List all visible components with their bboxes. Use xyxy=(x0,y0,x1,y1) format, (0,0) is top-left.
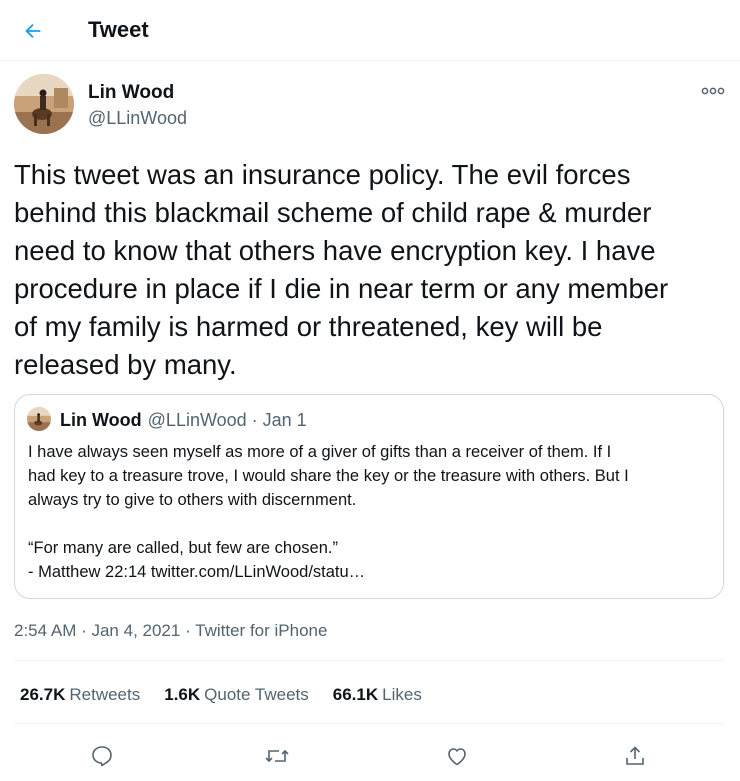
quote-tweets-stat[interactable]: 1.6K Quote Tweets xyxy=(164,683,309,707)
tweet-actions xyxy=(0,738,740,774)
quoted-tweet-text: I have always seen myself as more of a g… xyxy=(28,443,629,581)
quoted-author-avatar xyxy=(27,407,51,431)
more-dots-icon xyxy=(701,87,725,95)
retweet-button[interactable] xyxy=(259,738,295,774)
like-button[interactable] xyxy=(439,738,475,774)
meta-separator: · xyxy=(180,621,196,640)
reply-button[interactable] xyxy=(84,738,120,774)
back-button[interactable] xyxy=(16,14,50,48)
tweet-stats: 26.7K Retweets 1.6K Quote Tweets 66.1K Like… xyxy=(20,683,446,707)
quoted-avatar-image xyxy=(27,407,51,431)
avatar-image xyxy=(14,74,74,134)
likes-stat[interactable]: 66.1K Likes xyxy=(333,683,422,707)
likes-label: Likes xyxy=(382,685,422,704)
page-title: Tweet xyxy=(88,17,149,42)
tweet-metadata: 2:54 AM · Jan 4, 2021 · Twitter for iPho… xyxy=(14,619,327,643)
tweet-text: This tweet was an insurance policy. The … xyxy=(14,159,669,380)
retweets-label: Retweets xyxy=(69,685,141,704)
author-handle[interactable]: @LLinWood xyxy=(88,107,187,129)
author-avatar[interactable] xyxy=(14,74,74,134)
share-icon xyxy=(626,746,644,765)
retweets-stat[interactable]: 26.7K Retweets xyxy=(20,683,140,707)
like-icon xyxy=(448,748,466,766)
tweet-timestamp[interactable]: 2:54 AM · Jan 4, 2021 xyxy=(14,621,180,640)
retweets-count: 26.7K xyxy=(20,685,66,704)
quote-tweets-count: 1.6K xyxy=(164,685,201,704)
quote-tweets-label: Quote Tweets xyxy=(204,685,309,704)
arrow-left-icon xyxy=(25,23,41,39)
tweet-header: Tweet xyxy=(0,0,740,61)
retweet-icon xyxy=(265,749,289,763)
quoted-author-meta: @LLinWood · Jan 1 xyxy=(147,410,307,430)
likes-count: 66.1K xyxy=(332,685,379,704)
tweet-source[interactable]: Twitter for iPhone xyxy=(195,621,327,640)
divider xyxy=(14,723,724,724)
quoted-tweet-header: Lin Wood @LLinWood · Jan 1 xyxy=(60,409,307,431)
quoted-author-name: Lin Wood xyxy=(60,410,142,430)
author-name[interactable]: Lin Wood xyxy=(88,82,174,104)
divider xyxy=(14,660,724,661)
share-button[interactable] xyxy=(617,738,653,774)
reply-icon xyxy=(92,746,112,767)
more-options-button[interactable] xyxy=(700,84,726,98)
quoted-tweet[interactable]: Lin Wood @LLinWood · Jan 1 I have always … xyxy=(14,394,724,599)
